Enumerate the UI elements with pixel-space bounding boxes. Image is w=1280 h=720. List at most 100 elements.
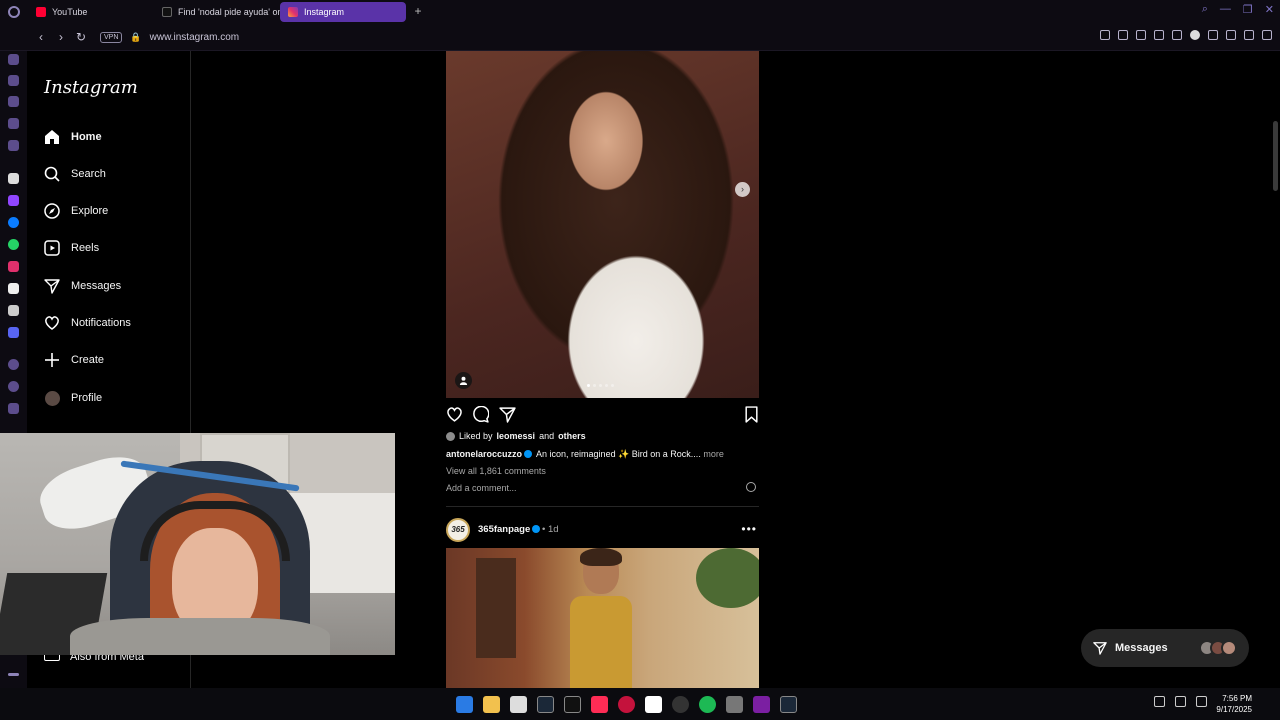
nav-explore[interactable]: Explore xyxy=(44,201,108,221)
carousel-next-icon[interactable]: › xyxy=(735,182,750,197)
url-field[interactable]: www.instagram.com xyxy=(150,32,239,43)
nav-label: Profile xyxy=(71,392,103,404)
more-icon[interactable] xyxy=(8,673,19,676)
view-all-comments-link[interactable]: View all 1,861 comments xyxy=(446,466,546,476)
nav-profile[interactable]: Profile xyxy=(44,388,102,408)
nav-messages[interactable]: Messages xyxy=(44,276,121,296)
emoji-icon[interactable] xyxy=(746,482,756,492)
comment-icon[interactable] xyxy=(472,406,489,423)
tiktok-icon[interactable] xyxy=(564,696,581,713)
pinboard-icon[interactable] xyxy=(8,403,19,414)
post-author-link[interactable]: 365fanpage xyxy=(478,524,542,535)
back-icon[interactable]: ‹ xyxy=(32,30,50,44)
tab-youtube[interactable]: YouTube xyxy=(28,2,154,22)
search-tabs-icon[interactable]: ⌕ xyxy=(1202,3,1208,16)
aria-icon[interactable] xyxy=(8,173,19,184)
play-icon[interactable] xyxy=(1154,30,1164,40)
close-icon[interactable]: ✕ xyxy=(1265,3,1274,16)
obs-icon[interactable] xyxy=(672,696,689,713)
tiktok-icon[interactable] xyxy=(8,283,19,294)
tiktok-live-icon[interactable] xyxy=(591,696,608,713)
nav-create[interactable]: Create xyxy=(44,350,104,370)
nav-reels[interactable]: Reels xyxy=(44,238,99,258)
refresh-icon[interactable] xyxy=(8,75,19,86)
microphone-icon[interactable] xyxy=(1154,696,1165,707)
menu-icon[interactable] xyxy=(1262,30,1272,40)
webcam-person-shirt xyxy=(70,618,330,655)
forward-icon[interactable]: › xyxy=(52,30,70,44)
like-icon[interactable] xyxy=(446,406,463,423)
lock-icon[interactable]: 🔒 xyxy=(130,32,141,43)
volume-icon[interactable] xyxy=(1196,696,1207,707)
share-icon[interactable] xyxy=(499,406,516,423)
post-image[interactable] xyxy=(446,548,759,688)
download-icon[interactable] xyxy=(1244,30,1254,40)
snapshot-icon[interactable] xyxy=(1118,30,1128,40)
file-explorer-icon[interactable] xyxy=(483,696,500,713)
tray-chevron-icon[interactable] xyxy=(1133,696,1144,707)
nav-label: Home xyxy=(71,131,102,143)
tab-tiktok[interactable]: Find 'nodal pide ayuda' on TikTok xyxy=(154,2,280,22)
m-icon[interactable] xyxy=(8,140,19,151)
liked-by-others-link[interactable]: others xyxy=(558,431,586,441)
opera-logo-icon[interactable] xyxy=(0,0,28,24)
shield-icon[interactable] xyxy=(1136,30,1146,40)
caption-author-link[interactable]: antonelaroccuzzo xyxy=(446,449,522,459)
post-options-button[interactable]: ••• xyxy=(741,522,757,536)
messenger-icon[interactable] xyxy=(8,217,19,228)
steam-icon[interactable] xyxy=(537,696,554,713)
instagram-logo[interactable]: Instagram xyxy=(44,77,138,98)
history-icon[interactable] xyxy=(8,381,19,392)
maximize-icon[interactable]: ❐ xyxy=(1243,3,1253,16)
avatar xyxy=(1221,640,1237,656)
player-icon[interactable] xyxy=(8,359,19,370)
account-icon[interactable] xyxy=(1190,30,1200,40)
nav-notifications[interactable]: Notifications xyxy=(44,313,131,333)
system-clock[interactable]: 7:56 PM 9/17/2025 xyxy=(1208,693,1252,715)
x-icon[interactable] xyxy=(8,305,19,316)
heart-icon xyxy=(44,315,60,331)
whatsapp-icon[interactable] xyxy=(8,239,19,250)
instagram-icon[interactable] xyxy=(8,261,19,272)
browser-tab-bar: YouTube Find 'nodal pide ayuda' on TikTo… xyxy=(0,0,1280,24)
post-actions xyxy=(446,406,759,424)
ai-icon[interactable] xyxy=(8,54,19,65)
steam-icon[interactable] xyxy=(780,696,797,713)
tagged-user-icon[interactable] xyxy=(455,372,472,389)
game-icon[interactable] xyxy=(8,118,19,129)
page-scrollbar[interactable] xyxy=(1271,51,1280,688)
nav-home[interactable]: Home xyxy=(44,127,102,147)
heart-icon[interactable] xyxy=(1172,30,1182,40)
extensions-icon[interactable] xyxy=(1208,30,1218,40)
discord-icon[interactable] xyxy=(8,327,19,338)
bag-icon[interactable] xyxy=(8,96,19,107)
network-icon[interactable] xyxy=(1175,696,1186,707)
liked-by-user-link[interactable]: leomessi xyxy=(497,431,536,441)
system-tray xyxy=(1133,696,1207,707)
add-comment-input[interactable]: Add a comment... xyxy=(446,483,517,493)
next-icon[interactable] xyxy=(753,696,770,713)
vpn-badge[interactable]: VPN xyxy=(100,31,123,43)
reload-icon[interactable]: ↻ xyxy=(72,30,90,44)
profile-icon[interactable] xyxy=(1226,30,1236,40)
save-icon[interactable] xyxy=(743,406,760,423)
post-author-avatar[interactable]: 365 xyxy=(446,518,470,542)
tab-instagram[interactable]: Instagram xyxy=(280,2,406,22)
post-image[interactable] xyxy=(446,51,759,398)
messages-pill[interactable]: Messages xyxy=(1081,629,1249,667)
new-tab-button[interactable]: + xyxy=(410,4,426,20)
spotify-icon[interactable] xyxy=(699,696,716,713)
scrollbar-thumb[interactable] xyxy=(1273,121,1278,191)
caption-more-link[interactable]: more xyxy=(703,449,724,459)
pin-icon[interactable] xyxy=(1100,30,1110,40)
post-separator: • xyxy=(542,524,546,535)
minimize-icon[interactable]: — xyxy=(1220,3,1231,16)
app-icon[interactable] xyxy=(726,696,743,713)
nav-search[interactable]: Search xyxy=(44,164,106,184)
twitch-icon[interactable] xyxy=(8,195,19,206)
windows-start-icon[interactable] xyxy=(456,696,473,713)
carousel-dot xyxy=(593,384,596,387)
capcut-icon[interactable] xyxy=(645,696,662,713)
opera-gx-icon[interactable] xyxy=(618,696,635,713)
store-icon[interactable] xyxy=(510,696,527,713)
